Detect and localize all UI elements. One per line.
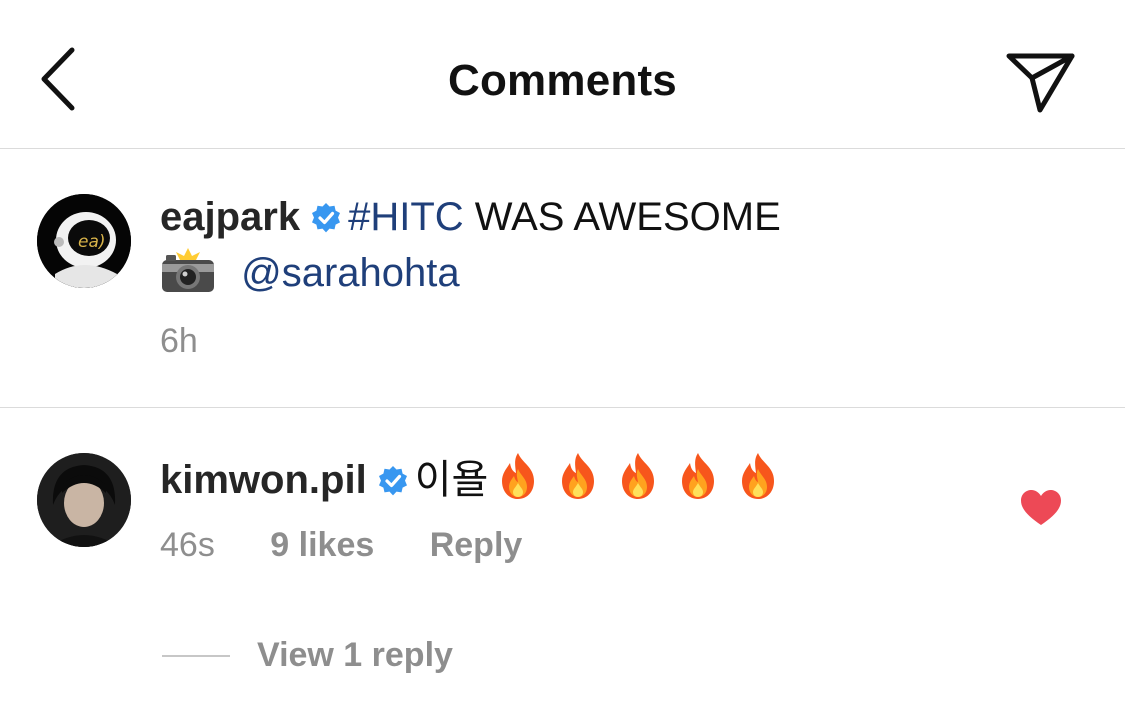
- avatar[interactable]: ea): [37, 194, 131, 288]
- reply-button[interactable]: Reply: [430, 526, 523, 564]
- header-bar: Comments: [0, 0, 1125, 148]
- comment-meta-row: 46s 9 likes Reply: [160, 526, 522, 565]
- header-divider: [0, 148, 1125, 149]
- view-replies-row: View 1 reply: [257, 636, 453, 675]
- comment-line: kimwon.pil 이욜: [160, 451, 792, 512]
- profile-photo-icon: [37, 453, 131, 547]
- mention-link[interactable]: @sarahohta: [241, 251, 460, 295]
- comment-username[interactable]: kimwon.pil: [160, 458, 367, 502]
- astronaut-avatar-icon: ea): [37, 194, 131, 288]
- heart-filled-icon: [1021, 490, 1061, 525]
- caption-text: WAS AWESOME: [463, 195, 781, 239]
- verified-badge-icon: [377, 460, 409, 496]
- caption-line-1: eajpark #HITC WAS AWESOME: [160, 193, 781, 241]
- comment-likes-link[interactable]: 9 likes: [270, 526, 374, 564]
- camera-with-flash-icon: [160, 248, 216, 305]
- like-button[interactable]: [1020, 489, 1062, 527]
- svg-text:ea): ea): [78, 232, 106, 252]
- fire-emoji-icon: [552, 451, 604, 512]
- share-button[interactable]: [1004, 48, 1078, 114]
- page-title: Comments: [448, 56, 677, 105]
- comment-timestamp: 46s: [160, 526, 215, 564]
- replies-divider-line: [162, 655, 230, 657]
- fire-emoji-icon: [612, 451, 664, 512]
- caption-username[interactable]: eajpark: [160, 195, 300, 239]
- fire-emoji-icon: [732, 451, 784, 512]
- verified-badge-icon: [310, 197, 342, 233]
- caption-timestamp: 6h: [160, 322, 198, 360]
- comment-text: 이욜: [414, 458, 489, 502]
- paper-plane-icon: [1006, 53, 1075, 113]
- fire-emoji-icon: [672, 451, 724, 512]
- fire-emoji-row: [492, 453, 792, 502]
- caption-divider: [0, 407, 1125, 408]
- caption-line-2: @sarahohta: [160, 248, 460, 305]
- view-replies-button[interactable]: View 1 reply: [257, 636, 453, 674]
- fire-emoji-icon: [492, 451, 544, 512]
- avatar[interactable]: [37, 453, 131, 547]
- hashtag-link[interactable]: #HITC: [348, 195, 464, 239]
